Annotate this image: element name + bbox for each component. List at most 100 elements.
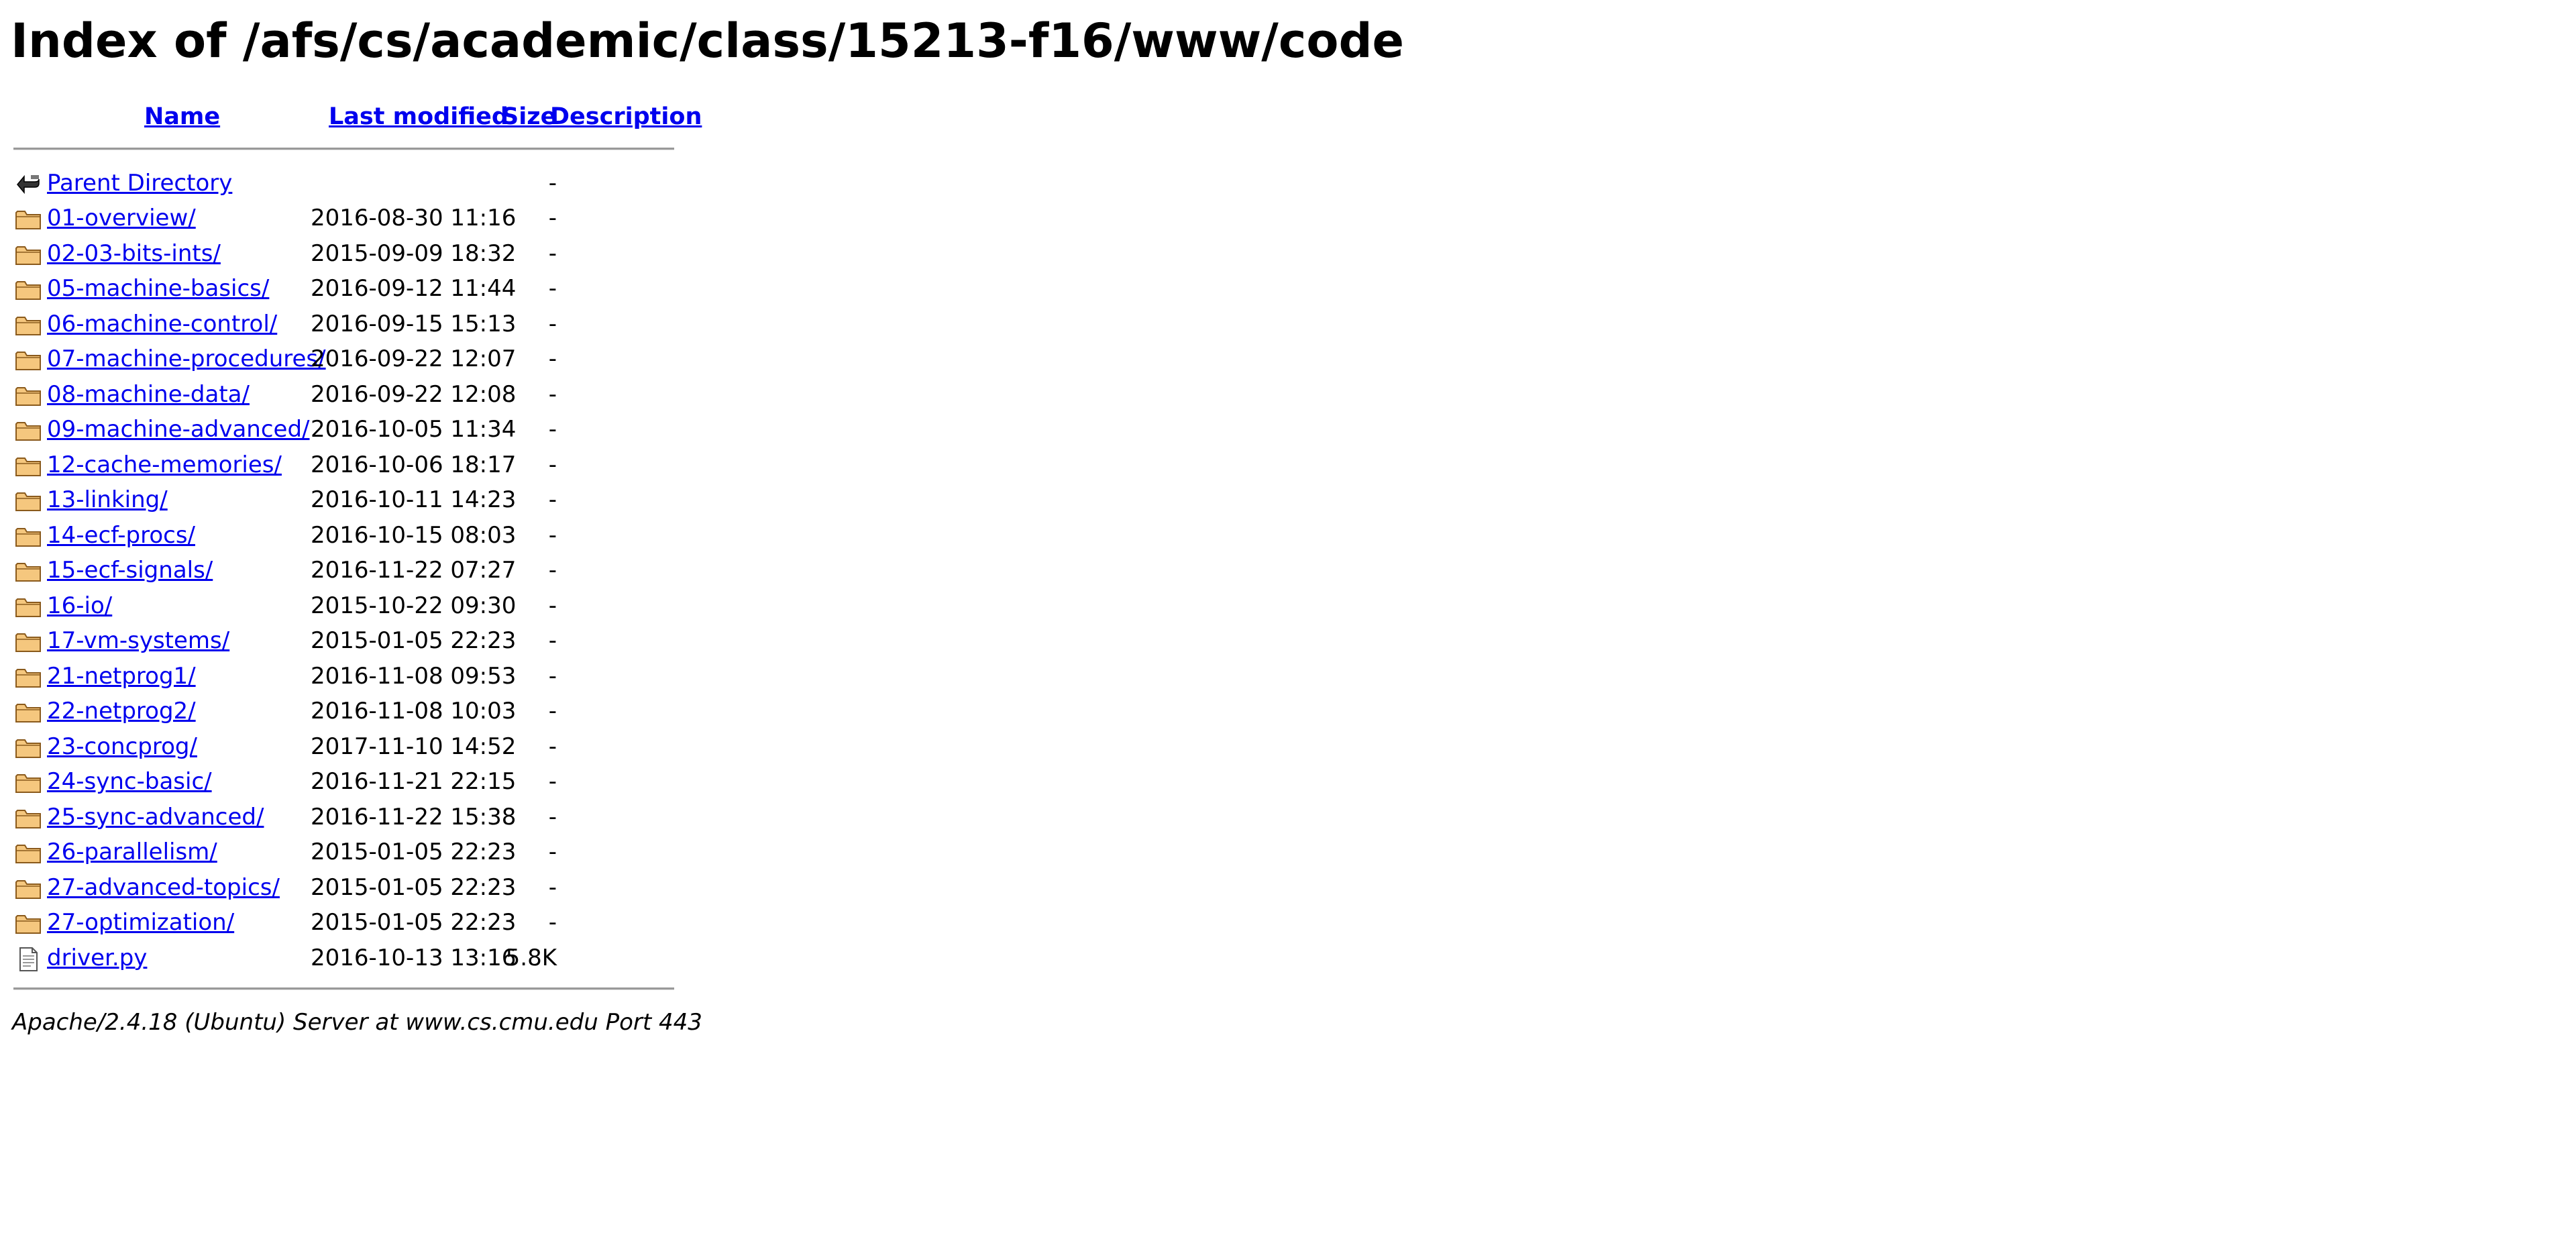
entry-name-link[interactable]: 26-parallelism/ bbox=[47, 836, 217, 868]
text-file-icon bbox=[15, 947, 42, 971]
folder-icon bbox=[15, 559, 42, 584]
entry-last-modified: 2016-11-22 15:38 bbox=[311, 803, 517, 830]
entry-last-modified: 2015-01-05 22:23 bbox=[311, 839, 517, 865]
header-divider bbox=[13, 148, 674, 150]
folder-icon bbox=[15, 912, 42, 936]
entry-name-link[interactable]: 21-netprog1/ bbox=[47, 660, 196, 692]
column-header-last-modified[interactable]: Last modified bbox=[329, 102, 508, 132]
entry-last-modified: 2016-11-08 10:03 bbox=[311, 698, 517, 725]
entry-size: - bbox=[548, 733, 557, 760]
parent-directory-link[interactable]: Parent Directory bbox=[47, 167, 232, 199]
entry-size: - bbox=[548, 239, 557, 267]
table-row: 17-vm-systems/2015-01-05 22:23 - bbox=[12, 623, 686, 658]
entry-last-modified: 2016-11-21 22:15 bbox=[311, 768, 517, 795]
entry-size: - bbox=[548, 768, 557, 795]
table-row: 23-concprog/2017-11-10 14:52 - bbox=[12, 729, 686, 764]
entry-last-modified: 2016-10-05 11:34 bbox=[311, 416, 517, 443]
entry-size: - bbox=[548, 839, 557, 865]
entry-size: - bbox=[548, 873, 557, 901]
table-row: 07-machine-procedures/2016-09-22 12:07 - bbox=[12, 341, 686, 376]
entry-size: - bbox=[548, 521, 557, 549]
entry-name-link[interactable]: 13-linking/ bbox=[47, 484, 168, 516]
footer-divider bbox=[13, 987, 674, 990]
table-row: 14-ecf-procs/2016-10-15 08:03 - bbox=[12, 518, 686, 553]
entry-name-link[interactable]: 25-sync-advanced/ bbox=[47, 801, 264, 833]
table-row: 09-machine-advanced/2016-10-05 11:34 - bbox=[12, 412, 686, 447]
entry-last-modified: 2016-09-22 12:07 bbox=[311, 345, 517, 372]
directory-listing-page: Index of /afs/cs/academic/class/15213-f1… bbox=[0, 0, 2576, 1233]
entry-last-modified: 2015-01-05 22:23 bbox=[311, 873, 517, 901]
entry-last-modified: 2016-11-22 07:27 bbox=[311, 557, 517, 584]
entry-last-modified: 2016-09-12 11:44 bbox=[311, 275, 517, 302]
back-icon bbox=[15, 172, 42, 197]
entry-name-link[interactable]: 09-machine-advanced/ bbox=[47, 413, 309, 445]
table-row: 25-sync-advanced/2016-11-22 15:38 - bbox=[12, 800, 686, 835]
entry-name-link[interactable]: 07-machine-procedures/ bbox=[47, 343, 326, 375]
entry-last-modified: 2017-11-10 14:52 bbox=[311, 733, 517, 760]
entry-name-link[interactable]: 27-optimization/ bbox=[47, 906, 234, 939]
table-row: 13-linking/2016-10-11 14:23 - bbox=[12, 482, 686, 517]
entry-name-link[interactable]: 06-machine-control/ bbox=[47, 308, 277, 340]
entry-size: - bbox=[548, 275, 557, 302]
folder-icon bbox=[15, 806, 42, 830]
entry-name-link[interactable]: 02-03-bits-ints/ bbox=[47, 237, 221, 270]
entry-name-link[interactable]: 17-vm-systems/ bbox=[47, 625, 229, 657]
folder-icon bbox=[15, 665, 42, 690]
folder-icon bbox=[15, 207, 42, 231]
entry-size: - bbox=[548, 486, 557, 513]
table-row: 06-machine-control/2016-09-15 15:13 - bbox=[12, 307, 686, 341]
folder-icon bbox=[15, 841, 42, 865]
entry-name-link[interactable]: driver.py bbox=[47, 942, 147, 974]
entry-size: - bbox=[548, 909, 557, 936]
column-header-description[interactable]: Description bbox=[550, 102, 702, 132]
entry-name-link[interactable]: 14-ecf-procs/ bbox=[47, 519, 195, 551]
server-signature: Apache/2.4.18 (Ubuntu) Server at www.cs.… bbox=[12, 1009, 702, 1036]
entry-size: - bbox=[548, 310, 557, 337]
entry-size: - bbox=[548, 557, 557, 584]
table-row: 21-netprog1/2016-11-08 09:53 - bbox=[12, 659, 686, 694]
entry-name-link[interactable]: 12-cache-memories/ bbox=[47, 449, 282, 481]
folder-icon bbox=[15, 736, 42, 760]
folder-icon bbox=[15, 630, 42, 654]
table-row: 15-ecf-signals/2016-11-22 07:27 - bbox=[12, 553, 686, 588]
table-row: 26-parallelism/2015-01-05 22:23 - bbox=[12, 835, 686, 869]
entry-last-modified: 2015-01-05 22:23 bbox=[311, 909, 517, 936]
entry-last-modified: 2016-09-15 15:13 bbox=[311, 310, 517, 337]
folder-icon bbox=[15, 700, 42, 725]
entry-name-link[interactable]: 22-netprog2/ bbox=[47, 695, 196, 727]
entry-name-link[interactable]: 16-io/ bbox=[47, 590, 112, 622]
folder-icon bbox=[15, 384, 42, 408]
column-header-name[interactable]: Name bbox=[144, 102, 220, 132]
entry-name-link[interactable]: 27-advanced-topics/ bbox=[47, 871, 280, 904]
entry-size: - bbox=[548, 592, 557, 619]
entry-last-modified: 2016-11-08 09:53 bbox=[311, 662, 517, 690]
entry-name-link[interactable]: 05-machine-basics/ bbox=[47, 272, 269, 305]
table-row: 08-machine-data/2016-09-22 12:08 - bbox=[12, 377, 686, 412]
entry-size: - bbox=[548, 662, 557, 690]
folder-icon bbox=[15, 278, 42, 302]
table-row: 27-optimization/2015-01-05 22:23 - bbox=[12, 905, 686, 940]
table-row: 22-netprog2/2016-11-08 10:03 - bbox=[12, 694, 686, 729]
parent-size: - bbox=[548, 170, 557, 197]
entry-size: - bbox=[548, 627, 557, 654]
entry-size: - bbox=[548, 451, 557, 478]
entry-last-modified: 2015-10-22 09:30 bbox=[311, 592, 517, 619]
entry-last-modified: 2015-01-05 22:23 bbox=[311, 627, 517, 654]
entry-name-link[interactable]: 23-concprog/ bbox=[47, 731, 197, 763]
entry-name-link[interactable]: 08-machine-data/ bbox=[47, 378, 250, 411]
table-row: 01-overview/2016-08-30 11:16 - bbox=[12, 201, 686, 235]
parent-directory-row: Parent Directory - bbox=[12, 166, 686, 201]
folder-icon bbox=[15, 489, 42, 513]
folder-icon bbox=[15, 348, 42, 372]
folder-icon bbox=[15, 313, 42, 337]
entry-name-link[interactable]: 15-ecf-signals/ bbox=[47, 554, 213, 586]
entry-last-modified: 2015-09-09 18:32 bbox=[311, 239, 517, 267]
file-listing-table: Name Last modified Size Description Pare… bbox=[12, 0, 702, 1233]
table-row: 02-03-bits-ints/2015-09-09 18:32 - bbox=[12, 236, 686, 271]
entry-name-link[interactable]: 24-sync-basic/ bbox=[47, 765, 212, 798]
entry-name-link[interactable]: 01-overview/ bbox=[47, 202, 196, 234]
table-row: driver.py 2016-10-13 13:16 5.8K bbox=[12, 941, 686, 975]
entry-last-modified: 2016-10-15 08:03 bbox=[311, 521, 517, 549]
table-row: 16-io/2015-10-22 09:30 - bbox=[12, 588, 686, 623]
column-header-size[interactable]: Size bbox=[502, 102, 556, 132]
